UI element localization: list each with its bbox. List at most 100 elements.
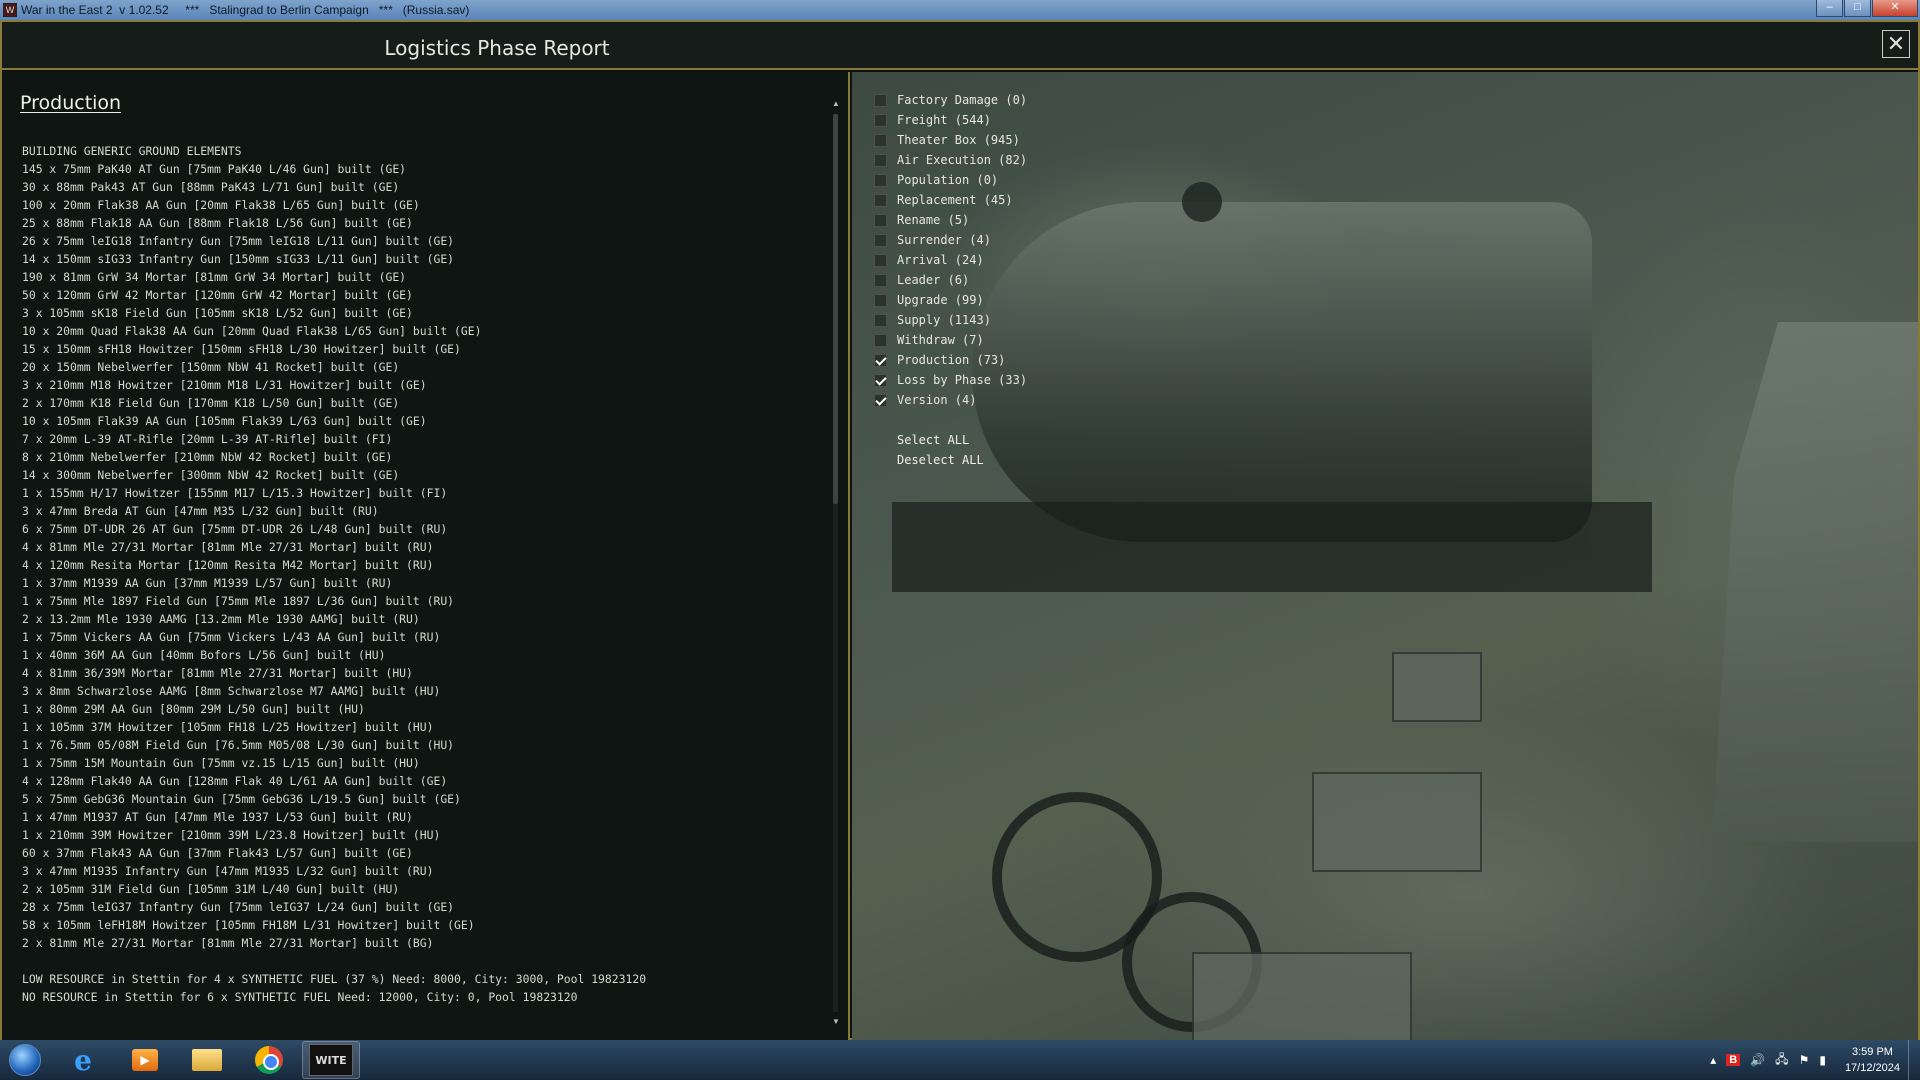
filter-label: Rename (5) — [897, 213, 970, 227]
report-line: 14 x 300mm Nebelwerfer [300mm NbW 42 Roc… — [22, 468, 400, 482]
report-line: 1 x 76.5mm 05/08M Field Gun [76.5mm M05/… — [22, 738, 455, 752]
filter-item[interactable]: Surrender (4) — [874, 230, 1027, 250]
filter-label: Freight (544) — [897, 113, 991, 127]
filter-list: Factory Damage (0) Freight (544) Theater B… — [874, 90, 1027, 470]
report-line: 15 x 150mm sFH18 Howitzer [150mm sFH18 L… — [22, 342, 461, 356]
filter-item[interactable]: Factory Damage (0) — [874, 90, 1027, 110]
report-line: 3 x 47mm Breda AT Gun [47mm M35 L/32 Gun… — [22, 504, 379, 518]
taskbar-wite-button[interactable]: WITE — [302, 1041, 360, 1079]
checkbox-unchecked-icon[interactable] — [874, 133, 887, 147]
filter-item[interactable]: Theater Box (945) — [874, 130, 1027, 150]
checkbox-unchecked-icon[interactable] — [874, 273, 887, 287]
filter-item[interactable]: Rename (5) — [874, 210, 1027, 230]
window-title-bar[interactable]: W War in the East 2 v 1.02.52 *** Stalin… — [0, 0, 1920, 20]
checkbox-unchecked-icon[interactable] — [874, 213, 887, 227]
window-close-button[interactable]: ✕ — [1872, 0, 1918, 17]
filter-item[interactable]: Arrival (24) — [874, 250, 1027, 270]
select-all-button[interactable]: Select ALL — [897, 430, 1027, 450]
filter-item[interactable]: Freight (544) — [874, 110, 1027, 130]
taskbar-ie-button[interactable]: e — [54, 1041, 112, 1079]
filter-item[interactable]: Withdraw (7) — [874, 330, 1027, 350]
report-line: 26 x 75mm leIG18 Infantry Gun [75mm leIG… — [22, 234, 455, 248]
clock[interactable]: 3:59 PM 17/12/2024 — [1845, 1044, 1900, 1076]
filter-item[interactable]: Air Execution (82) — [874, 150, 1027, 170]
report-line: 7 x 20mm L-39 AT-Rifle [20mm L-39 AT-Rif… — [22, 432, 393, 446]
clock-date: 17/12/2024 — [1844, 1062, 1900, 1074]
report-line: 1 x 37mm M1939 AA Gun [37mm M1939 L/57 G… — [22, 576, 393, 590]
scroll-track[interactable] — [833, 114, 838, 1012]
system-tray: ▴ B 🔊 🖧 ⚑ ▮ 3:59 PM 17/12/2024 — [1705, 1040, 1920, 1080]
checkbox-unchecked-icon[interactable] — [874, 293, 887, 307]
filter-actions: Select ALL Deselect ALL — [897, 430, 1027, 470]
report-line: 1 x 210mm 39M Howitzer [210mm 39M L/23.8… — [22, 828, 441, 842]
report-line: 28 x 75mm leIG37 Infantry Gun [75mm leIG… — [22, 900, 455, 914]
report-line: 2 x 170mm K18 Field Gun [170mm K18 L/50 … — [22, 396, 400, 410]
filter-item[interactable]: Loss by Phase (33) — [874, 370, 1027, 390]
taskbar-chrome-button[interactable] — [240, 1041, 298, 1079]
report-spacer — [22, 952, 822, 970]
background-tent — [1712, 322, 1918, 842]
filter-label: Loss by Phase (33) — [897, 373, 1028, 387]
report-line: 4 x 81mm 36/39M Mortar [81mm Mle 27/31 M… — [22, 666, 413, 680]
checkbox-checked-icon[interactable] — [874, 373, 887, 387]
start-button[interactable] — [0, 1040, 50, 1080]
report-line: 20 x 150mm Nebelwerfer [150mm NbW 41 Roc… — [22, 360, 400, 374]
show-desktop-button[interactable] — [1908, 1040, 1920, 1080]
filter-item[interactable]: Supply (1143) — [874, 310, 1027, 330]
scroll-thumb[interactable] — [833, 114, 838, 504]
report-line: 3 x 47mm M1935 Infantry Gun [47mm M1935 … — [22, 864, 434, 878]
windows-start-icon — [9, 1044, 41, 1076]
report-line: 3 x 210mm M18 Howitzer [210mm M18 L/31 H… — [22, 378, 427, 392]
report-line: 1 x 47mm M1937 AT Gun [47mm Mle 1937 L/5… — [22, 810, 413, 824]
report-line: 4 x 128mm Flak40 AA Gun [128mm Flak 40 L… — [22, 774, 448, 788]
close-report-button[interactable]: ✕ — [1882, 30, 1910, 58]
window-controls: – □ ✕ — [1815, 0, 1918, 18]
report-text-panel: Production BUILDING GENERIC GROUND ELEME… — [2, 72, 850, 1040]
report-line: 8 x 210mm Nebelwerfer [210mm NbW 42 Rock… — [22, 450, 393, 464]
checkbox-checked-icon[interactable] — [874, 393, 887, 407]
tray-b-icon[interactable]: B — [1726, 1054, 1741, 1066]
report-line: 1 x 75mm Mle 1897 Field Gun [75mm Mle 18… — [22, 594, 455, 608]
network-icon[interactable]: 🖧 — [1775, 1050, 1788, 1071]
filter-label: Surrender (4) — [897, 233, 991, 247]
checkbox-unchecked-icon[interactable] — [874, 93, 887, 107]
filter-label: Supply (1143) — [897, 313, 991, 327]
scroll-down-icon[interactable]: ▼ — [830, 1016, 842, 1028]
filter-item[interactable]: Leader (6) — [874, 270, 1027, 290]
taskbar-explorer-button[interactable] — [178, 1041, 236, 1079]
filter-label: Production (73) — [897, 353, 1006, 367]
report-line: 1 x 155mm H/17 Howitzer [155mm M17 L/15.… — [22, 486, 448, 500]
minimize-button[interactable]: – — [1816, 0, 1843, 17]
scroll-up-icon[interactable]: ▲ — [830, 98, 842, 110]
maximize-button[interactable]: □ — [1844, 0, 1871, 17]
logistics-report-dialog: Logistics Phase Report ✕ Production BUIL… — [0, 20, 1920, 1040]
report-line: 10 x 105mm Flak39 AA Gun [105mm Flak39 L… — [22, 414, 427, 428]
checkbox-unchecked-icon[interactable] — [874, 153, 887, 167]
checkbox-unchecked-icon[interactable] — [874, 253, 887, 267]
checkbox-unchecked-icon[interactable] — [874, 233, 887, 247]
filter-item[interactable]: Replacement (45) — [874, 190, 1027, 210]
filter-label: Leader (6) — [897, 273, 970, 287]
filter-item[interactable]: Population (0) — [874, 170, 1027, 190]
deselect-all-button[interactable]: Deselect ALL — [897, 450, 1027, 470]
filter-item[interactable]: Production (73) — [874, 350, 1027, 370]
report-header: Logistics Phase Report ✕ — [2, 22, 1918, 70]
checkbox-checked-icon[interactable] — [874, 353, 887, 367]
signal-icon[interactable]: ▮ — [1819, 1053, 1826, 1067]
volume-icon[interactable]: 🔊 — [1750, 1053, 1765, 1067]
taskbar-media-button[interactable]: ▶ — [116, 1041, 174, 1079]
report-scrollbar[interactable]: ▲ ▼ — [830, 98, 842, 1028]
filter-item[interactable]: Upgrade (99) — [874, 290, 1027, 310]
checkbox-unchecked-icon[interactable] — [874, 113, 887, 127]
flag-icon[interactable]: ⚑ — [1799, 1053, 1810, 1067]
checkbox-unchecked-icon[interactable] — [874, 173, 887, 187]
background-tank-car — [972, 202, 1592, 542]
tray-expand-icon[interactable]: ▴ — [1710, 1053, 1716, 1067]
filter-label: Arrival (24) — [897, 253, 984, 267]
checkbox-unchecked-icon[interactable] — [874, 333, 887, 347]
report-line: 6 x 75mm DT-UDR 26 AT Gun [75mm DT-UDR 2… — [22, 522, 448, 536]
checkbox-unchecked-icon[interactable] — [874, 313, 887, 327]
checkbox-unchecked-icon[interactable] — [874, 193, 887, 207]
report-line: 1 x 80mm 29M AA Gun [80mm 29M L/50 Gun] … — [22, 702, 365, 716]
filter-item[interactable]: Version (4) — [874, 390, 1027, 410]
